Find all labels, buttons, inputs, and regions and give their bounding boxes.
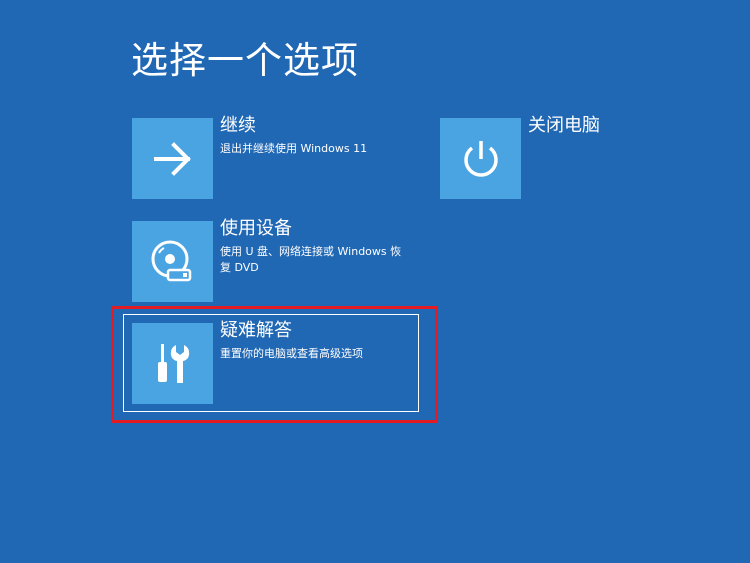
continue-description: 退出并继续使用 Windows 11 bbox=[220, 142, 368, 155]
troubleshoot-description: 重置你的电脑或查看高级选项 bbox=[220, 347, 363, 360]
shutdown-tile[interactable] bbox=[440, 118, 521, 199]
troubleshoot-title: 疑难解答 bbox=[220, 320, 292, 341]
use-device-title: 使用设备 bbox=[220, 218, 292, 239]
arrow-right-icon bbox=[153, 141, 191, 176]
shutdown-title: 关闭电脑 bbox=[528, 115, 600, 136]
use-device-option[interactable]: 使用设备 使用 U 盘、网络连接或 Windows 恢复 DVD bbox=[132, 218, 412, 302]
disc-drive-icon bbox=[151, 240, 191, 281]
continue-title: 继续 bbox=[220, 115, 256, 136]
troubleshoot-option[interactable]: 疑难解答 重置你的电脑或查看高级选项 bbox=[132, 320, 412, 404]
page-title: 选择一个选项 bbox=[131, 39, 359, 82]
use-device-tile[interactable] bbox=[132, 221, 213, 302]
use-device-description: 使用 U 盘、网络连接或 Windows 恢复 DVD bbox=[220, 245, 402, 274]
troubleshoot-tile[interactable] bbox=[132, 323, 213, 404]
power-icon bbox=[463, 140, 498, 177]
continue-tile[interactable] bbox=[132, 118, 213, 199]
continue-option[interactable]: 继续 退出并继续使用 Windows 11 bbox=[132, 115, 412, 199]
tools-icon bbox=[157, 343, 189, 383]
shutdown-option[interactable]: 关闭电脑 bbox=[440, 115, 640, 199]
